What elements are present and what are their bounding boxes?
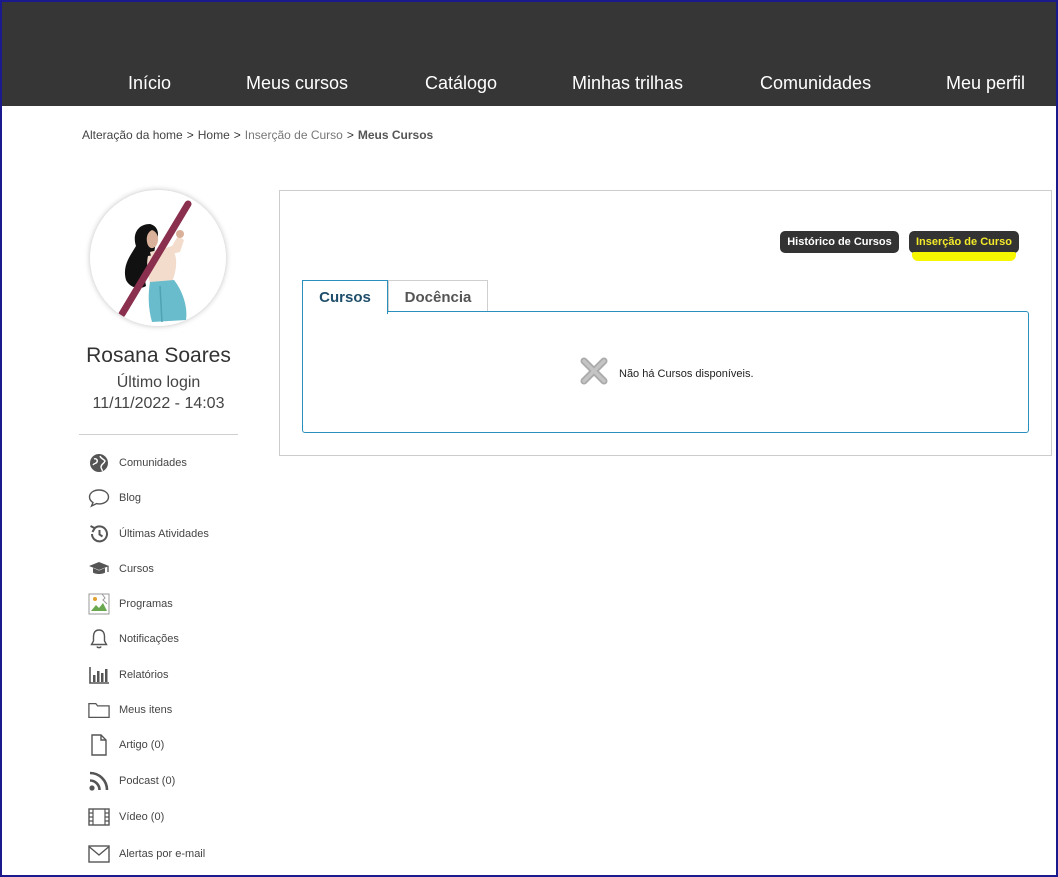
sidebar-item-blog[interactable]: Blog — [88, 487, 248, 509]
insert-course-button[interactable]: Inserção de Curso — [909, 231, 1019, 253]
history-courses-button[interactable]: Histórico de Cursos — [780, 231, 899, 253]
sidebar-item-cursos[interactable]: Cursos — [88, 558, 248, 580]
broken-image-icon — [88, 593, 110, 615]
rss-icon — [88, 770, 110, 792]
sidebar-item-label: Últimas Atividades — [119, 528, 209, 540]
nav-item-inicio[interactable]: Início — [128, 73, 171, 94]
sidebar-item-label: Blog — [119, 492, 142, 504]
tab-content: Não há Cursos disponíveis. — [302, 311, 1029, 433]
profile-name: Rosana Soares — [86, 344, 231, 367]
last-login-date: 11/11/2022 - 14:03 — [92, 395, 225, 412]
breadcrumb-item-home[interactable]: Home — [198, 128, 230, 142]
history-icon — [88, 523, 110, 545]
top-navigation-bar: Início Meus cursos Catálogo Minhas trilh… — [0, 0, 1058, 106]
avatar-illustration — [90, 190, 226, 326]
courses-panel: Histórico de Cursos Inserção de Curso Do… — [279, 190, 1052, 456]
nav-item-catalogo[interactable]: Catálogo — [425, 73, 497, 94]
document-icon — [88, 734, 110, 756]
main-nav: Início Meus cursos Catálogo Minhas trilh… — [0, 73, 1058, 97]
breadcrumb-item-alteracao-home[interactable]: Alteração da home — [82, 128, 183, 142]
breadcrumb-separator: > — [233, 128, 241, 142]
empty-state: Não há Cursos disponíveis. — [579, 356, 754, 391]
graduation-cap-icon — [88, 558, 110, 580]
sidebar-item-label: Comunidades — [119, 457, 187, 469]
sidebar-item-label: Notificações — [119, 633, 179, 645]
tab-cursos[interactable]: Cursos — [302, 280, 388, 314]
x-icon — [579, 356, 609, 391]
sidebar-item-video[interactable]: Vídeo (0) — [88, 806, 248, 828]
sidebar-divider — [79, 434, 238, 435]
sidebar-item-label: Vídeo (0) — [119, 811, 165, 823]
sidebar-item-label: Programas — [119, 598, 173, 610]
bell-icon — [88, 628, 110, 650]
sidebar-item-label: Podcast (0) — [119, 775, 176, 787]
sidebar-item-artigo[interactable]: Artigo (0) — [88, 734, 248, 756]
nav-item-comunidades[interactable]: Comunidades — [760, 73, 871, 94]
speech-bubble-icon — [88, 487, 110, 509]
globe-icon — [88, 452, 110, 474]
folder-icon — [88, 699, 110, 721]
breadcrumb-separator: > — [346, 128, 354, 142]
sidebar-item-relatorios[interactable]: Relatórios — [88, 664, 248, 686]
film-icon — [88, 806, 110, 828]
sidebar-item-label: Artigo (0) — [119, 739, 165, 751]
breadcrumb: Alteração da home > Home > Inserção de Curso… — [82, 128, 433, 142]
envelope-icon — [88, 843, 110, 865]
breadcrumb-item-insercao-curso[interactable]: Inserção de Curso — [245, 128, 343, 142]
sidebar-item-label: Relatórios — [119, 669, 169, 681]
sidebar-item-programas[interactable]: Programas — [88, 593, 248, 615]
sidebar-item-comunidades[interactable]: Comunidades — [88, 452, 248, 474]
tab-docencia[interactable]: Docência — [388, 280, 488, 313]
nav-item-meu-perfil[interactable]: Meu perfil — [946, 73, 1025, 94]
last-login-label: Último login — [116, 374, 201, 391]
sidebar-item-alertas-email[interactable]: Alertas por e-mail — [88, 843, 248, 865]
breadcrumb-separator: > — [186, 128, 194, 142]
sidebar-item-meus-itens[interactable]: Meus itens — [88, 699, 248, 721]
sidebar-item-label: Meus itens — [119, 704, 173, 716]
sidebar-item-ultimas-atividades[interactable]: Últimas Atividades — [88, 523, 248, 545]
breadcrumb-current: Meus Cursos — [357, 128, 434, 142]
avatar[interactable] — [90, 190, 226, 326]
bar-chart-icon — [88, 664, 110, 686]
sidebar-item-label: Cursos — [119, 563, 154, 575]
sidebar-item-notificacoes[interactable]: Notificações — [88, 628, 248, 650]
nav-item-meus-cursos[interactable]: Meus cursos — [246, 73, 348, 94]
highlight-marker — [912, 252, 1016, 261]
sidebar-item-podcast[interactable]: Podcast (0) — [88, 770, 248, 792]
empty-state-message: Não há Cursos disponíveis. — [619, 367, 754, 380]
sidebar-item-label: Alertas por e-mail — [119, 848, 206, 860]
nav-item-minhas-trilhas[interactable]: Minhas trilhas — [572, 73, 683, 94]
